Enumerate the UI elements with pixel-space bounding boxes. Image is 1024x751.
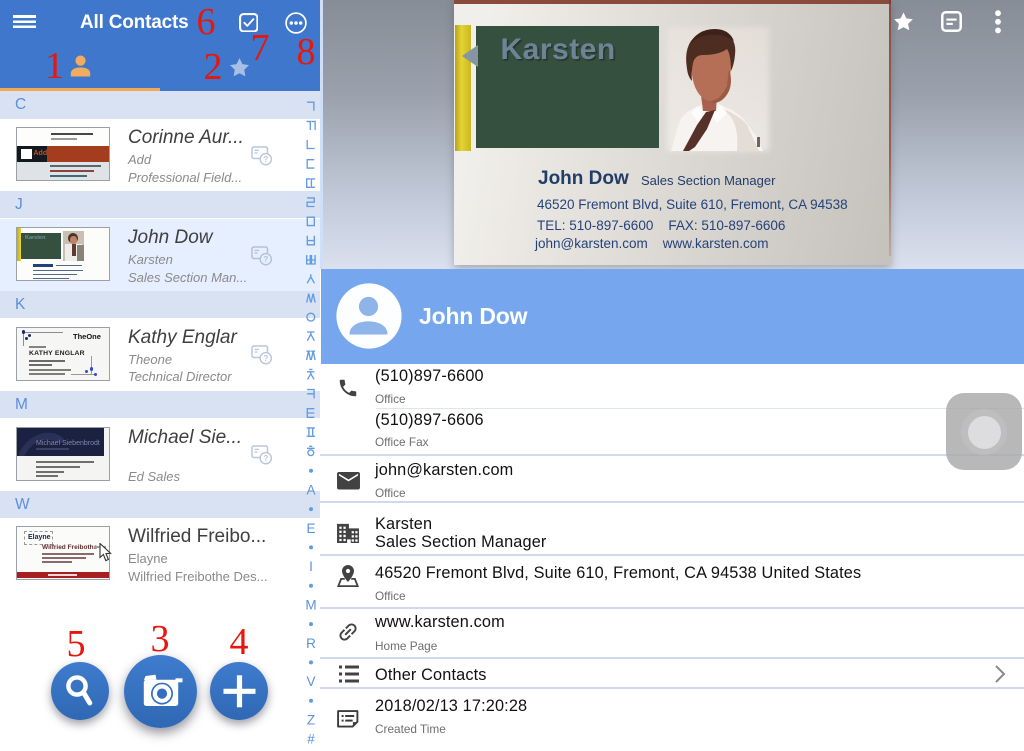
svg-text:V: V	[306, 674, 315, 689]
svg-text:R: R	[306, 636, 316, 651]
svg-text:M: M	[305, 598, 316, 613]
svg-text:A: A	[306, 483, 315, 498]
svg-text:?: ?	[263, 255, 268, 264]
svg-text:?: ?	[263, 454, 268, 463]
svg-text:Z: Z	[307, 713, 315, 728]
svg-text:#: #	[307, 732, 315, 747]
svg-text:I: I	[309, 559, 313, 574]
svg-text:?: ?	[263, 354, 268, 363]
svg-text:?: ?	[263, 155, 268, 164]
svg-text:E: E	[306, 521, 315, 536]
